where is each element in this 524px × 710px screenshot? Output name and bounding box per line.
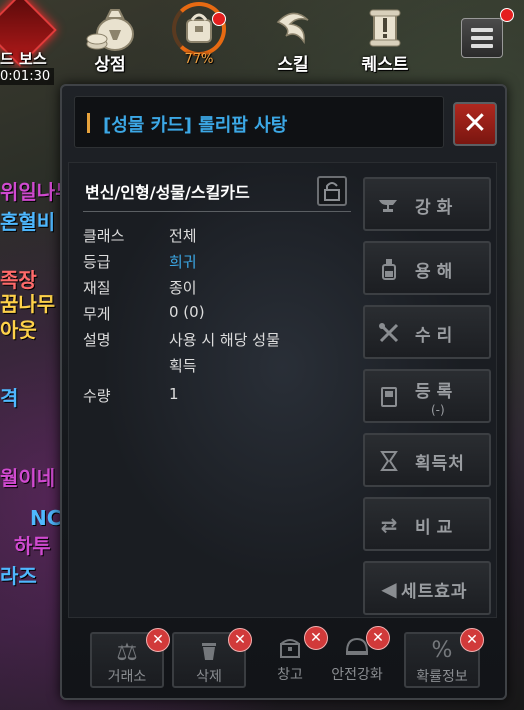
quest-scroll-icon (350, 4, 420, 52)
bag-icon (164, 4, 234, 52)
probability-info-button[interactable]: % 확률정보 ✕ (404, 628, 484, 688)
bag-weight-percent: 77% (184, 52, 214, 67)
acquisition-source-button[interactable]: 획득처 (363, 433, 491, 487)
menu-icon (471, 28, 493, 32)
anvil-icon (377, 193, 401, 217)
register-button[interactable]: 등록 (-) (363, 369, 491, 423)
stat-value-weight: 0 (0) (169, 303, 205, 321)
menu-quest-label: 퀘스트 (361, 55, 409, 75)
chat-text: 라즈 (0, 564, 37, 588)
menu-quest[interactable]: 퀘스트 (350, 2, 420, 75)
chat-text: 혼혈비 (0, 210, 56, 234)
divider (83, 211, 351, 212)
chat-text: 하투 (14, 534, 51, 558)
menu-shop[interactable]: 상점 (75, 2, 145, 75)
repair-button[interactable]: 수리 (363, 305, 491, 359)
delete-button[interactable]: 삭제 ✕ (172, 628, 252, 688)
boss-label: 드 보스 (0, 50, 47, 68)
compare-button[interactable]: ⇄ 비교 (363, 497, 491, 551)
enhance-button[interactable]: 강화 (363, 177, 491, 231)
warehouse-button[interactable]: 창고 ✕ (260, 626, 328, 688)
stat-value-material: 종이 (169, 279, 197, 297)
hourglass-icon (377, 449, 401, 473)
skill-swirl-icon (258, 4, 328, 52)
chat-text: NC (30, 506, 62, 530)
stat-label-class: 클래스 (83, 227, 125, 245)
close-icon: ✕ (462, 106, 488, 141)
main-menu-button[interactable] (461, 18, 503, 58)
potion-icon (377, 257, 401, 281)
lock-button[interactable] (317, 176, 347, 206)
menu-skill[interactable]: 스킬 (258, 2, 328, 75)
stat-label-description: 설명 (83, 331, 111, 349)
stat-value-description: 사용 시 해당 성물 (169, 331, 280, 349)
stat-value-grade: 희귀 (169, 253, 197, 271)
close-button[interactable]: ✕ (453, 102, 497, 146)
boss-timer-widget[interactable]: 드 보스 0:01:30 (0, 0, 60, 90)
boss-timer: 0:01:30 (0, 68, 55, 85)
set-effect-button[interactable]: ◀ 세트효과 (363, 561, 491, 615)
stat-label-grade: 등급 (83, 253, 111, 271)
stat-label-quantity: 수량 (83, 387, 111, 405)
exchange-button[interactable]: ⚖ 거래소 ✕ (90, 628, 170, 688)
notification-dot (212, 12, 226, 26)
item-title: [성물 카드] 롤리팝 사탕 (103, 115, 288, 136)
disabled-x-icon: ✕ (460, 628, 484, 652)
menu-shop-label: 상점 (94, 55, 126, 75)
disabled-x-icon: ✕ (146, 628, 170, 652)
dissolve-button[interactable]: 용해 (363, 241, 491, 295)
item-category: 변신/인형/성물/스킬카드 (85, 183, 250, 202)
triangle-left-icon: ◀ (381, 577, 397, 601)
notification-dot (500, 8, 514, 22)
disabled-x-icon: ✕ (366, 626, 390, 650)
swap-arrows-icon: ⇄ (380, 513, 398, 537)
tools-icon (377, 321, 401, 345)
stat-label-material: 재질 (83, 279, 111, 297)
menu-bag[interactable]: 77% (164, 2, 234, 72)
safe-enhance-button[interactable]: 안전강화 ✕ (324, 626, 390, 688)
chat-text: 월이네 (0, 466, 56, 490)
stat-label-weight: 무게 (83, 305, 111, 323)
money-bag-icon (75, 4, 145, 52)
chat-text: 격 (0, 386, 19, 410)
stat-value-class: 전체 (169, 227, 197, 245)
title-bar: [성물 카드] 롤리팝 사탕 (74, 96, 444, 148)
disabled-x-icon: ✕ (228, 628, 252, 652)
stat-value-quantity: 1 (169, 385, 179, 403)
book-icon (377, 385, 401, 409)
stat-value-description-line2: 획득 (169, 357, 197, 375)
chat-text: 꿈나무 (0, 292, 56, 316)
item-detail-area: 변신/인형/성물/스킬카드 클래스 전체 등급 희귀 재질 종이 무게 0 (0… (68, 162, 497, 618)
lock-icon (324, 182, 340, 201)
menu-skill-label: 스킬 (277, 55, 309, 75)
item-info-panel: [성물 카드] 롤리팝 사탕 ✕ 변신/인형/성물/스킬카드 클래스 전체 등급… (60, 84, 507, 700)
chat-text: 아웃 (0, 318, 37, 342)
